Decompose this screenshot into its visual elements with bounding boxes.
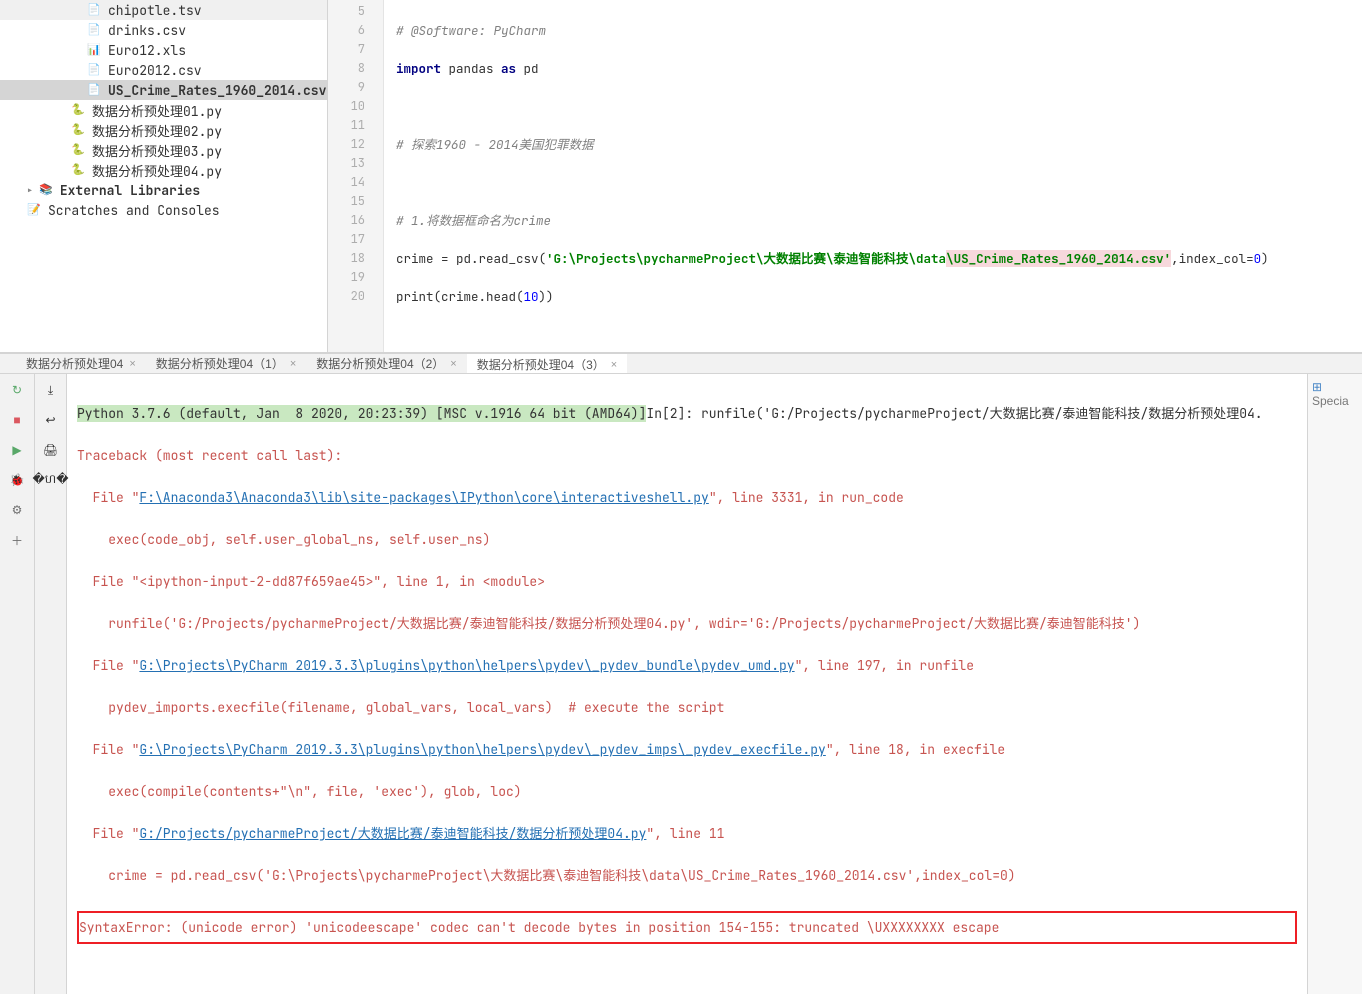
line-gutter: 567891011121314151617181920: [328, 0, 384, 352]
file-icon: 📄: [86, 82, 102, 98]
console-toolbar: ⤓ ↩ 🖨 �ហ�: [35, 374, 67, 994]
file-label: 数据分析预处理02.py: [92, 121, 222, 140]
file-icon: 📄: [86, 2, 102, 18]
debug-button[interactable]: 🐞: [6, 469, 28, 491]
database-icon: ⊞: [1312, 380, 1322, 394]
chevron-right-icon: ▸: [26, 182, 34, 199]
syntax-error-message: SyntaxError: (unicode error) 'unicodeesc…: [79, 917, 1295, 938]
scratches-node[interactable]: 📝 Scratches and Consoles: [0, 200, 327, 220]
code-line: # @Software: PyCharm: [396, 22, 546, 39]
traceback-link[interactable]: G:\Projects\PyCharm 2019.3.3\plugins\pyt…: [139, 657, 794, 674]
soft-wrap-button[interactable]: ↩: [40, 409, 62, 431]
file-label: 数据分析预处理04.py: [92, 161, 222, 180]
scroll-end-button[interactable]: ⤓: [40, 379, 62, 401]
file-label: drinks.csv: [108, 22, 186, 39]
file-label: US_Crime_Rates_1960_2014.csv: [108, 82, 326, 99]
scratches-label: Scratches and Consoles: [48, 202, 220, 219]
tree-file-item[interactable]: 📄 chipotle.tsv: [0, 0, 327, 20]
stop-button[interactable]: ■: [6, 409, 28, 431]
close-icon[interactable]: ×: [290, 358, 296, 370]
code-editor[interactable]: 567891011121314151617181920 # @Software:…: [328, 0, 1362, 352]
link-button[interactable]: �ហ�: [40, 469, 62, 491]
tab-label: 数据分析预处理04（3）: [477, 356, 605, 373]
tree-file-item[interactable]: 📄 Euro2012.csv: [0, 60, 327, 80]
tab-label: 数据分析预处理04（1）: [156, 355, 284, 372]
close-icon[interactable]: ×: [129, 358, 135, 370]
close-icon[interactable]: ×: [611, 359, 617, 371]
file-icon: 📄: [86, 62, 102, 78]
tree-file-item[interactable]: 🐍 数据分析预处理03.py: [0, 140, 327, 160]
tree-file-item[interactable]: 📊 Euro12.xls: [0, 40, 327, 60]
tree-file-item[interactable]: 📄 drinks.csv: [0, 20, 327, 40]
traceback-link[interactable]: F:\Anaconda3\Anaconda3\lib\site-packages…: [139, 489, 708, 506]
file-icon: 🐍: [70, 122, 86, 138]
external-libraries-node[interactable]: ▸ 📚 External Libraries: [0, 180, 327, 200]
tree-file-item[interactable]: 🐍 数据分析预处理02.py: [0, 120, 327, 140]
close-icon[interactable]: ×: [450, 358, 456, 370]
file-label: chipotle.tsv: [108, 2, 202, 19]
run-toolbar: ↻ ■ ▶ 🐞 ⚙ ＋: [0, 374, 35, 994]
tab-label: 数据分析预处理04: [26, 355, 123, 372]
run-tab[interactable]: 数据分析预处理04（1） ×: [146, 354, 306, 373]
tree-file-item[interactable]: 🐍 数据分析预处理04.py: [0, 160, 327, 180]
file-icon: 📊: [86, 42, 102, 58]
tree-file-item[interactable]: 🐍 数据分析预处理01.py: [0, 100, 327, 120]
file-icon: 🐍: [70, 142, 86, 158]
file-label: Euro12.xls: [108, 42, 186, 59]
print-button[interactable]: 🖨: [40, 439, 62, 461]
code-area[interactable]: # @Software: PyCharm import pandas as pd…: [384, 0, 1362, 352]
external-libraries-label: External Libraries: [60, 182, 200, 199]
file-label: 数据分析预处理03.py: [92, 141, 222, 160]
tab-label: 数据分析预处理04（2）: [316, 355, 444, 372]
right-tool-strip[interactable]: ⊞ Specia: [1307, 374, 1362, 994]
file-icon: 🐍: [70, 162, 86, 178]
project-tree[interactable]: 📄 chipotle.tsv 📄 drinks.csv 📊 Euro12.xls 📄 Euro…: [0, 0, 328, 352]
library-icon: 📚: [38, 182, 54, 198]
scratch-icon: 📝: [26, 202, 42, 218]
traceback-link[interactable]: G:/Projects/pycharmeProject/大数据比赛/泰迪智能科技…: [139, 825, 646, 842]
run-button[interactable]: ▶: [6, 439, 28, 461]
run-tabs-bar: 数据分析预处理04×数据分析预处理04（1）×数据分析预处理04（2）×数据分析…: [0, 353, 1362, 374]
rerun-button[interactable]: ↻: [6, 379, 28, 401]
run-tab[interactable]: 数据分析预处理04（3） ×: [467, 354, 627, 373]
file-label: 数据分析预处理01.py: [92, 101, 222, 120]
run-tab[interactable]: 数据分析预处理04（2） ×: [306, 354, 466, 373]
traceback-link[interactable]: G:\Projects\PyCharm 2019.3.3\plugins\pyt…: [139, 741, 825, 758]
file-label: Euro2012.csv: [108, 62, 202, 79]
run-tab[interactable]: 数据分析预处理04 ×: [16, 354, 146, 373]
settings-button[interactable]: ⚙: [6, 499, 28, 521]
console-output[interactable]: Python 3.7.6 (default, Jan 8 2020, 20:23…: [67, 374, 1307, 994]
add-button[interactable]: ＋: [6, 529, 28, 551]
file-icon: 📄: [86, 22, 102, 38]
tree-file-item[interactable]: 📄 US_Crime_Rates_1960_2014.csv: [0, 80, 327, 100]
file-icon: 🐍: [70, 102, 86, 118]
